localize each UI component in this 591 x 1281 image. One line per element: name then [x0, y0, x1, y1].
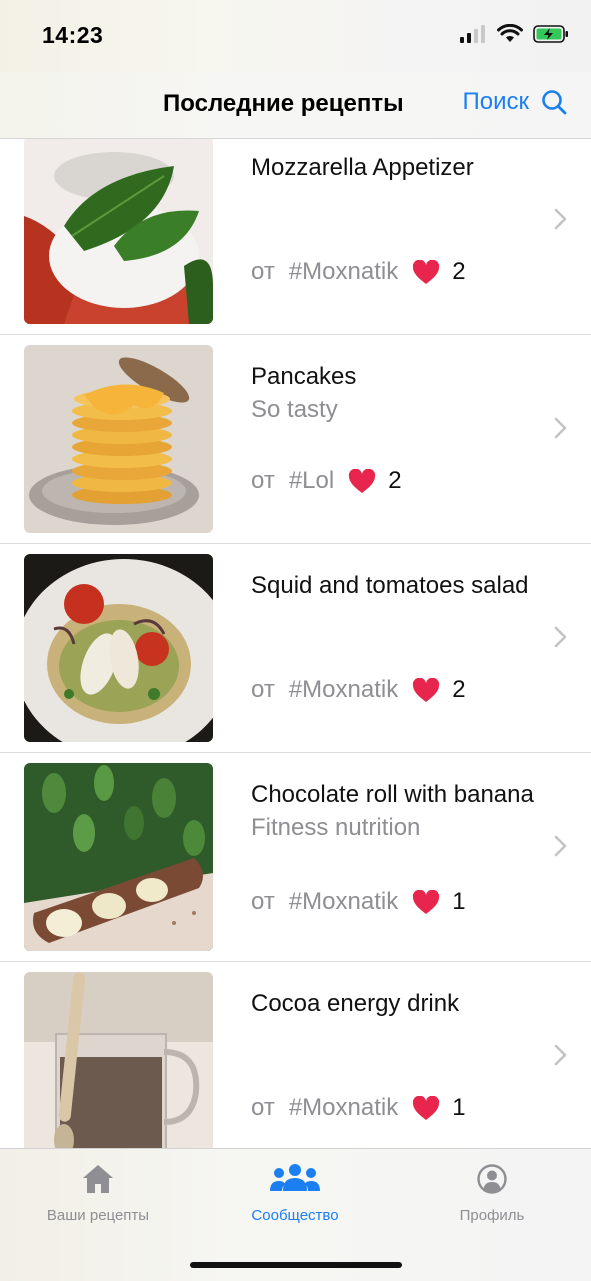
chevron-right-icon	[554, 417, 567, 439]
recipe-meta: от #Moxnatik 1	[251, 1094, 466, 1122]
chevron-right-icon	[554, 1044, 567, 1066]
search-button[interactable]: Поиск	[462, 88, 567, 116]
chevron-right-icon	[554, 208, 567, 230]
recipe-row[interactable]: Cocoa energy drink от #Moxnatik 1	[0, 962, 591, 1148]
page-title: Последние рецепты	[163, 90, 404, 117]
person-circle-icon	[397, 1163, 587, 1195]
like-count: 1	[452, 1094, 466, 1121]
recipe-title: Chocolate roll with banana	[251, 781, 534, 808]
author-prefix: от	[251, 1094, 275, 1121]
recipe-photo-cocoa-drink	[24, 972, 213, 1148]
like-count: 2	[388, 467, 402, 494]
like-count: 1	[452, 888, 466, 915]
recipe-photo-pancakes	[24, 345, 213, 533]
author-prefix: от	[251, 676, 275, 703]
author-tag: #Moxnatik	[288, 888, 399, 915]
author-prefix: от	[251, 888, 275, 915]
like-count: 2	[452, 258, 466, 285]
heart-icon	[412, 259, 440, 285]
recipe-row[interactable]: Pancakes So tasty от #Lol 2	[0, 335, 591, 544]
author-tag: #Moxnatik	[288, 676, 399, 703]
recipe-photo-squid-salad	[24, 554, 213, 742]
author-tag: #Moxnatik	[288, 1094, 399, 1121]
recipe-title: Cocoa energy drink	[251, 990, 460, 1017]
recipe-photo-mozzarella	[24, 139, 213, 324]
heart-icon	[412, 1095, 440, 1121]
status-time: 14:23	[42, 22, 104, 48]
recipe-row[interactable]: Mozzarella Appetizer от #Moxnatik 2	[0, 139, 591, 335]
tab-profile[interactable]: Профиль	[397, 1163, 587, 1233]
recipe-title-block: Pancakes So tasty	[251, 359, 541, 426]
heart-icon	[348, 468, 376, 494]
signal-icon	[460, 24, 485, 43]
recipe-meta: от #Moxnatik 1	[251, 888, 466, 916]
author-tag: #Lol	[288, 467, 335, 494]
heart-icon	[412, 889, 440, 915]
navigation-bar: Последние рецепты Поиск	[0, 72, 591, 139]
recipe-title: Pancakes	[251, 363, 357, 390]
recipe-title: Squid and tomatoes salad	[251, 572, 529, 599]
chevron-right-icon	[554, 835, 567, 857]
search-icon	[542, 90, 567, 115]
recipe-meta: от #Moxnatik 2	[251, 676, 466, 704]
recipe-row[interactable]: Chocolate roll with banana Fitness nutri…	[0, 753, 591, 962]
author-prefix: от	[251, 467, 275, 494]
tab-label: Ваши рецепты	[46, 1207, 150, 1224]
recipe-subtitle: Fitness nutrition	[251, 814, 421, 841]
chevron-right-icon	[554, 626, 567, 648]
tab-label: Профиль	[459, 1207, 525, 1224]
tab-community[interactable]: Сообщество	[200, 1163, 390, 1233]
recipe-photo-chocolate-roll	[24, 763, 213, 951]
recipe-row[interactable]: Squid and tomatoes salad от #Moxnatik 2	[0, 544, 591, 753]
recipe-meta: от #Moxnatik 2	[251, 258, 466, 286]
system-icons	[459, 24, 569, 43]
recipe-title: Mozzarella Appetizer	[251, 154, 474, 181]
recipe-list[interactable]: Mozzarella Appetizer от #Moxnatik 2 Panc…	[0, 139, 591, 1148]
tab-your-recipes[interactable]: Ваши рецепты	[3, 1163, 193, 1233]
search-label: Поиск	[462, 88, 529, 115]
home-indicator	[190, 1262, 402, 1268]
recipe-title-block: Chocolate roll with banana Fitness nutri…	[251, 777, 541, 844]
author-tag: #Moxnatik	[288, 258, 399, 285]
heart-icon	[412, 677, 440, 703]
house-icon	[3, 1163, 193, 1195]
battery-icon	[533, 24, 568, 43]
recipe-subtitle: So tasty	[251, 396, 338, 423]
tab-label: Сообщество	[251, 1207, 339, 1224]
like-count: 2	[452, 676, 466, 703]
people-icon	[200, 1163, 390, 1193]
recipe-meta: от #Lol 2	[251, 467, 402, 495]
author-prefix: от	[251, 258, 275, 285]
wifi-icon	[497, 24, 523, 42]
status-bar: 14:23	[0, 0, 591, 72]
